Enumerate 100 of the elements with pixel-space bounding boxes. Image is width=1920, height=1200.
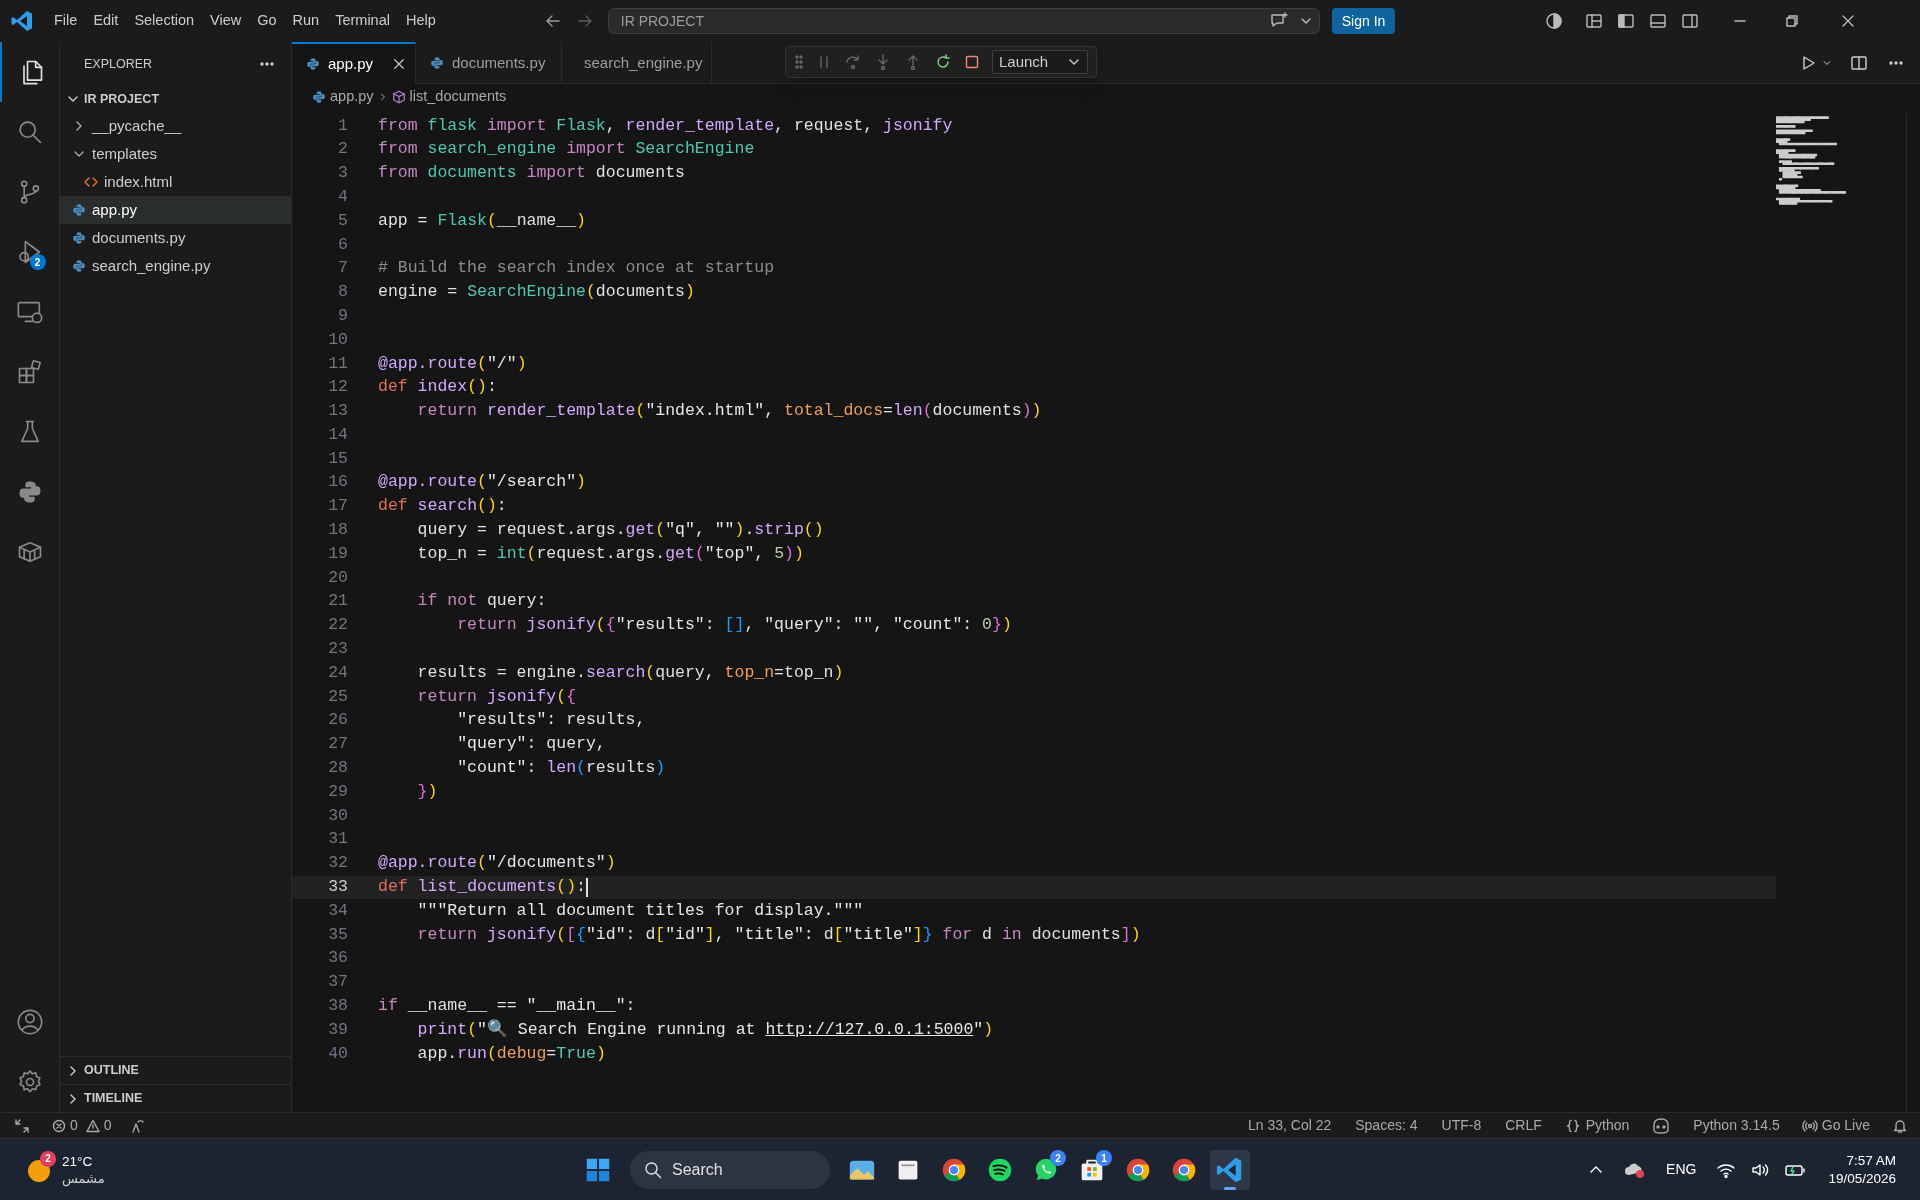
- remote-icon[interactable]: [14, 1117, 30, 1134]
- stop-icon[interactable]: [964, 54, 980, 70]
- notification-badge: 2: [1050, 1150, 1066, 1166]
- line-number: 19: [327, 542, 348, 565]
- notification-badge: 2: [29, 254, 46, 270]
- code-line: app.run(debug=True): [416, 1042, 606, 1065]
- language-indicator[interactable]: ENG: [1666, 1159, 1697, 1180]
- panel-header[interactable]: OUTLINE: [60, 1056, 291, 1084]
- taskbar-search-field[interactable]: Search: [630, 1151, 830, 1189]
- line-number: 24: [327, 661, 348, 684]
- menu-item[interactable]: Run: [284, 10, 328, 32]
- file-tree-item[interactable]: __pycache__: [60, 112, 291, 140]
- status-item[interactable]: CRLF: [1493, 1115, 1554, 1136]
- menu-item[interactable]: Help: [397, 10, 444, 32]
- text-cursor: [585, 877, 588, 897]
- menu-item[interactable]: Edit: [85, 10, 127, 32]
- line-number: 1: [337, 114, 348, 137]
- breadcrumb-item[interactable]: list_documents: [409, 86, 507, 108]
- line-number: 14: [327, 423, 348, 446]
- status-item[interactable]: UTF-8: [1429, 1115, 1494, 1136]
- line-number: 21: [327, 590, 348, 613]
- code-line: from documents import documents: [378, 162, 685, 185]
- line-number: 32: [327, 852, 348, 875]
- code-line: results = engine.search(query, top_n=top_n): [416, 661, 844, 684]
- line-number: 36: [327, 947, 348, 970]
- sign-in-button[interactable]: Sign In: [1331, 8, 1396, 34]
- file-tree-item[interactable]: index.html: [60, 168, 291, 196]
- close-icon[interactable]: [393, 58, 405, 70]
- editor-tab[interactable]: search_engine.py: [562, 42, 712, 84]
- breadcrumb-item[interactable]: app.py: [330, 86, 374, 108]
- line-number: 5: [337, 209, 348, 232]
- line-number: 37: [327, 971, 348, 994]
- line-number: 17: [327, 495, 348, 518]
- restart-icon[interactable]: [934, 53, 952, 71]
- file-tree-item[interactable]: app.py: [60, 196, 291, 224]
- drag-handle-icon[interactable]: [794, 54, 804, 70]
- line-number: 40: [327, 1042, 348, 1065]
- code-line: """Return all document titles for display.""": [416, 899, 864, 922]
- copilot-icon[interactable]: [1651, 1116, 1672, 1135]
- line-number: 18: [327, 519, 348, 542]
- code-line: top_n = int(request.args.get("top", 5)): [416, 542, 804, 565]
- run-icon[interactable]: [1800, 54, 1816, 71]
- code-line: @app.route("/documents"): [378, 852, 616, 875]
- clock[interactable]: 7:57 AM 19/05/2026: [1828, 1151, 1896, 1188]
- menu-item[interactable]: Terminal: [327, 10, 398, 32]
- restore-icon[interactable]: [1785, 14, 1800, 28]
- editor-tab[interactable]: documents.py: [416, 42, 562, 84]
- project-header[interactable]: IR PROJECT: [60, 86, 291, 112]
- status-item[interactable]: Python 3.14.5: [1681, 1115, 1792, 1136]
- line-number: 8: [337, 281, 348, 304]
- menu-item[interactable]: Selection: [126, 10, 203, 32]
- launch-configuration-dropdown[interactable]: Launch: [992, 50, 1088, 74]
- file-tree-item[interactable]: documents.py: [60, 224, 291, 252]
- cube-icon: [391, 90, 406, 104]
- split-editor-icon[interactable]: [1850, 53, 1868, 72]
- taskbar-app-button[interactable]: 2: [1026, 1150, 1066, 1190]
- code-line: return jsonify({: [416, 685, 577, 708]
- code-line: query = request.args.get("q", "").strip(): [416, 519, 824, 542]
- menu-item[interactable]: View: [202, 10, 250, 32]
- half-circle-icon[interactable]: [1545, 12, 1564, 30]
- python-file-icon: [72, 259, 86, 273]
- toggle-panel-icon[interactable]: [1649, 12, 1668, 30]
- language-mode[interactable]: Python: [1553, 1115, 1642, 1136]
- vscode-logo-icon: [10, 9, 34, 33]
- status-item[interactable]: Spaces: 4: [1343, 1115, 1430, 1136]
- close-icon[interactable]: [1841, 14, 1856, 28]
- problems-button[interactable]: 0 0: [52, 1115, 112, 1136]
- code-line: "results": results,: [456, 709, 646, 732]
- notification-badge: 2: [40, 1150, 56, 1167]
- code-line: engine = SearchEngine(documents): [378, 281, 695, 304]
- layout-icon[interactable]: [1585, 12, 1604, 30]
- notification-badge: 1: [1096, 1150, 1112, 1166]
- line-number: 26: [327, 709, 348, 732]
- taskbar-app-button[interactable]: 1: [1072, 1150, 1112, 1190]
- step-over-icon[interactable]: [844, 53, 862, 71]
- file-tree-item[interactable]: search_engine.py: [60, 252, 291, 280]
- line-number: 16: [327, 471, 348, 494]
- menu-item[interactable]: File: [46, 10, 86, 32]
- toggle-sidebar-icon[interactable]: [1617, 12, 1636, 30]
- broadcast-icon[interactable]: [129, 1117, 146, 1134]
- toggle-secondary-sidebar-icon[interactable]: [1681, 12, 1700, 30]
- menu-item[interactable]: Go: [249, 10, 285, 32]
- editor-tab[interactable]: app.py: [292, 42, 416, 84]
- warning-icon: [85, 1118, 100, 1133]
- go-live-button[interactable]: Go Live: [1791, 1115, 1880, 1136]
- code-line: if not query:: [416, 590, 547, 613]
- code-line: def search():: [378, 495, 507, 518]
- line-number: 2: [337, 138, 348, 161]
- code-line: def index():: [378, 376, 497, 399]
- line-number: 38: [327, 995, 348, 1017]
- status-item[interactable]: Ln 33, Col 22: [1235, 1115, 1344, 1136]
- file-tree-item[interactable]: templates: [60, 140, 291, 168]
- line-number: 29: [327, 780, 348, 803]
- command-center[interactable]: IR PROJECT: [607, 8, 1320, 34]
- notification-bell-icon[interactable]: [1892, 1117, 1908, 1134]
- line-number: 7: [337, 257, 348, 280]
- code-line: # Build the search index once at startup: [378, 257, 775, 280]
- account-icon[interactable]: [15, 1008, 44, 1036]
- line-number: 28: [327, 757, 348, 780]
- braces-icon: [1565, 1118, 1580, 1133]
